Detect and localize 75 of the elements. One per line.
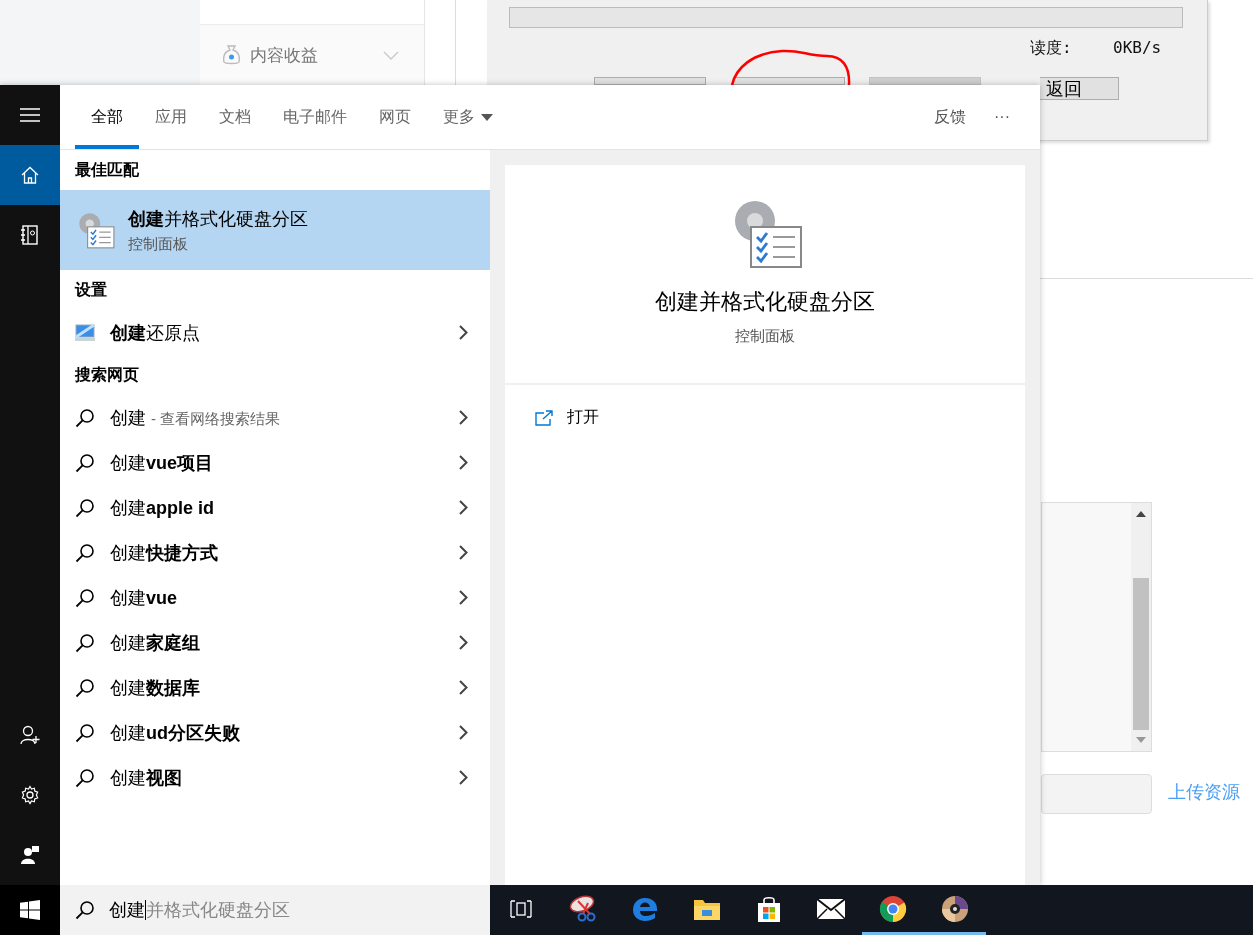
open-action[interactable]: 打开 xyxy=(505,385,1025,428)
search-field[interactable]: 创建并格式化硬盘分区 xyxy=(60,885,490,935)
section-heading: 最佳匹配 xyxy=(74,159,140,180)
tab[interactable]: 网页 xyxy=(363,89,427,149)
settings-result[interactable]: 创建还原点 xyxy=(60,310,490,355)
more-button[interactable]: ··· xyxy=(994,108,1010,126)
open-external-icon xyxy=(535,409,553,426)
windows-logo-icon xyxy=(20,900,40,920)
chevron-right-icon xyxy=(459,325,468,340)
speed-value: 0KB/s xyxy=(1113,38,1162,57)
add-person-icon[interactable] xyxy=(20,725,40,745)
chevron-right-icon xyxy=(459,455,468,470)
search-icon xyxy=(75,452,95,473)
sidebar-item[interactable]: 内容收益 xyxy=(200,25,424,85)
result-subtitle: 控制面板 xyxy=(128,234,189,254)
start-button[interactable] xyxy=(0,885,60,935)
tab[interactable]: 文档 xyxy=(203,89,267,149)
speed-label: 读度: xyxy=(1030,38,1072,59)
feedback-button[interactable]: 反馈 xyxy=(934,106,966,128)
shopping-bag-icon[interactable] xyxy=(756,894,782,923)
tab[interactable]: 电子邮件 xyxy=(267,89,363,149)
mail-icon[interactable] xyxy=(816,897,846,920)
edge-icon[interactable] xyxy=(632,895,658,922)
web-result[interactable]: 创建视图 xyxy=(60,755,490,800)
scrollbar[interactable] xyxy=(1131,503,1151,751)
input-field[interactable] xyxy=(1041,774,1152,814)
result-title: 创建并格式化硬盘分区 xyxy=(128,207,308,231)
home-icon[interactable] xyxy=(21,166,39,184)
web-result[interactable]: 创建ud分区失败 xyxy=(60,710,490,755)
search-icon xyxy=(75,722,95,743)
search-icon xyxy=(75,542,95,563)
section-heading: 设置 xyxy=(73,279,108,300)
chevron-right-icon xyxy=(459,725,468,740)
money-bag-icon xyxy=(223,45,240,65)
search-icon xyxy=(75,677,95,698)
task-view-icon[interactable] xyxy=(510,898,532,919)
web-result[interactable]: 创建apple id xyxy=(60,485,490,530)
tab[interactable]: 应用 xyxy=(139,89,203,149)
web-result[interactable]: 创建 - 查看网络搜索结果 xyxy=(60,395,490,440)
web-result[interactable]: 创建vue xyxy=(60,575,490,620)
menu-icon[interactable] xyxy=(20,108,40,122)
disc-icon[interactable] xyxy=(941,894,969,923)
section-heading: 搜索网页 xyxy=(73,364,140,385)
preview-title: 创建并格式化硬盘分区 xyxy=(655,288,875,316)
scroll-up-icon[interactable] xyxy=(1136,511,1146,517)
sidebar-item-label: 内容收益 xyxy=(250,44,318,67)
search-icon xyxy=(75,632,95,653)
best-match-item[interactable]: 创建并格式化硬盘分区 控制面板 xyxy=(60,190,490,270)
web-result[interactable]: 创建快捷方式 xyxy=(60,530,490,575)
chevron-right-icon xyxy=(459,410,468,425)
chevron-right-icon xyxy=(459,680,468,695)
web-result[interactable]: 创建家庭组 xyxy=(60,620,490,665)
chevron-right-icon xyxy=(459,500,468,515)
preview-subtitle: 控制面板 xyxy=(735,327,795,346)
chevron-right-icon xyxy=(459,770,468,785)
search-icon xyxy=(75,587,95,608)
chevron-right-icon xyxy=(459,635,468,650)
settings-icon[interactable] xyxy=(20,785,40,805)
tab[interactable]: 更多 xyxy=(427,89,509,149)
chevron-right-icon xyxy=(459,590,468,605)
search-icon xyxy=(75,900,95,920)
search-icon xyxy=(75,497,95,518)
scissors-icon[interactable] xyxy=(568,894,598,923)
back-button[interactable]: 返回 xyxy=(1040,77,1119,100)
feedback-icon[interactable] xyxy=(20,845,40,865)
web-result[interactable]: 创建vue项目 xyxy=(60,440,490,485)
notebook-icon[interactable] xyxy=(21,225,39,245)
chevron-down-icon xyxy=(383,50,399,60)
monitor-icon xyxy=(75,323,95,342)
chevron-right-icon xyxy=(459,545,468,560)
chrome-icon[interactable] xyxy=(879,894,907,923)
tab[interactable]: 全部 xyxy=(75,89,139,149)
web-result[interactable]: 创建数据库 xyxy=(60,665,490,710)
search-icon xyxy=(75,767,95,788)
search-icon xyxy=(75,407,95,428)
